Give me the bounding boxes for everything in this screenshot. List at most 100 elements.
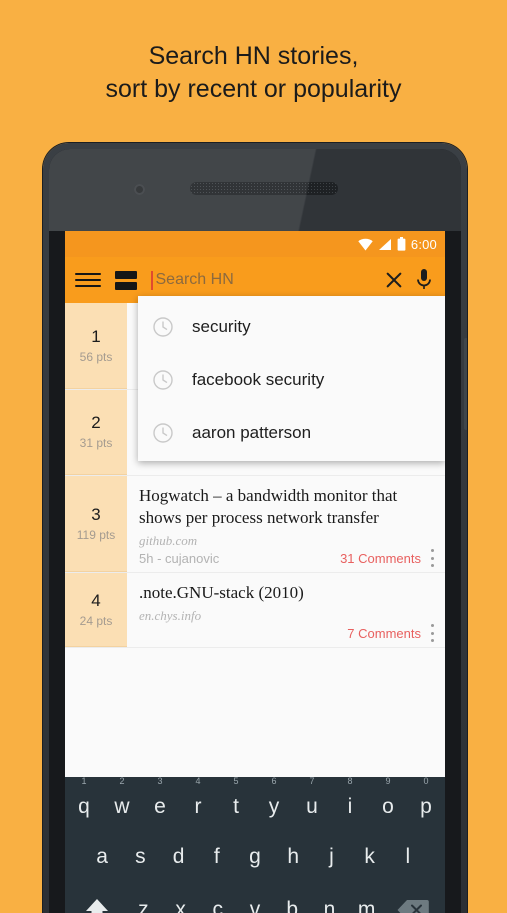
suggestion-label: aaron patterson xyxy=(192,422,312,442)
story-rank: 2 xyxy=(91,413,101,432)
key-i-number: 8 xyxy=(347,777,353,786)
table-row[interactable]: 4 24 pts .note.GNU-stack (2010) en.chys.… xyxy=(65,573,445,648)
key-t[interactable]: 5t xyxy=(217,777,255,833)
story-domain: github.com xyxy=(139,533,198,548)
overflow-menu-icon[interactable] xyxy=(431,549,435,567)
key-b[interactable]: b xyxy=(274,883,311,913)
story-meta-row: 5h - cujanovic 31 Comments xyxy=(139,549,435,567)
status-bar: 6:00 xyxy=(65,231,445,257)
backspace-key-icon[interactable] xyxy=(385,883,441,913)
list-item[interactable]: aaron patterson xyxy=(138,406,445,459)
phone-screen-frame: 6:00 Search HN 1 56 pts 2 31 pts 3 119 p… xyxy=(49,149,461,913)
key-x[interactable]: x xyxy=(162,883,199,913)
suggestion-label: security xyxy=(192,316,251,336)
story-points: 56 pts xyxy=(79,349,113,364)
status-clock: 6:00 xyxy=(410,236,437,252)
overflow-menu-icon[interactable] xyxy=(431,624,435,642)
close-x-icon[interactable] xyxy=(381,267,407,293)
key-d[interactable]: d xyxy=(159,830,197,883)
key-p-label: p xyxy=(420,794,432,818)
key-m[interactable]: m xyxy=(348,883,385,913)
key-l[interactable]: l xyxy=(389,830,427,883)
key-o[interactable]: 9o xyxy=(369,777,407,833)
story-rank: 1 xyxy=(91,326,101,346)
list-item[interactable]: security xyxy=(138,300,445,353)
key-n[interactable]: n xyxy=(311,883,348,913)
battery-icon xyxy=(397,237,406,251)
power-button[interactable] xyxy=(464,338,467,430)
phone-device: 6:00 Search HN 1 56 pts 2 31 pts 3 119 p… xyxy=(43,143,467,913)
story-meta: 5h - cujanovic xyxy=(139,550,220,566)
key-g[interactable]: g xyxy=(236,830,274,883)
promo-line-2: sort by recent or popularity xyxy=(105,75,402,103)
sort-view-icon[interactable] xyxy=(115,270,137,290)
key-q-label: q xyxy=(78,794,90,818)
key-r-label: r xyxy=(194,794,202,818)
key-k[interactable]: k xyxy=(351,830,389,883)
shift-key-icon[interactable] xyxy=(69,883,125,913)
story-rank: 3 xyxy=(91,504,101,524)
history-clock-icon xyxy=(153,422,173,443)
key-a[interactable]: a xyxy=(83,830,121,883)
on-screen-keyboard[interactable]: 1q 2w 3e 4r 5t 6y 7u 8i 9o 0p a s d f g … xyxy=(65,777,445,913)
table-row[interactable]: 3 119 pts Hogwatch – a bandwidth monitor… xyxy=(65,476,445,573)
key-e-number: 3 xyxy=(157,777,163,786)
key-u-label: u xyxy=(306,794,318,818)
key-h[interactable]: h xyxy=(274,830,312,883)
key-p[interactable]: 0p xyxy=(407,777,445,833)
phone-top-bezel xyxy=(49,149,461,231)
suggestion-label: facebook security xyxy=(192,369,325,389)
story-rank-cell: 1 56 pts xyxy=(65,303,127,389)
key-q[interactable]: 1q xyxy=(65,777,103,833)
microphone-icon[interactable] xyxy=(413,267,435,293)
key-s[interactable]: s xyxy=(121,830,159,883)
front-camera-icon xyxy=(134,184,145,195)
key-o-number: 9 xyxy=(385,777,391,786)
key-i-label: i xyxy=(347,794,353,818)
key-q-number: 1 xyxy=(81,777,87,786)
key-y-label: y xyxy=(268,794,280,818)
list-item[interactable]: facebook security xyxy=(138,353,445,406)
text-cursor xyxy=(151,270,153,290)
story-rank-cell: 4 24 pts xyxy=(65,573,127,647)
key-y-number: 6 xyxy=(271,777,277,786)
key-r-number: 4 xyxy=(195,777,201,786)
key-e-label: e xyxy=(154,794,166,818)
key-o-label: o xyxy=(382,794,394,818)
key-w[interactable]: 2w xyxy=(103,777,141,833)
key-w-label: w xyxy=(114,794,130,818)
key-e[interactable]: 3e xyxy=(141,777,179,833)
story-points: 24 pts xyxy=(79,613,113,628)
key-t-number: 5 xyxy=(233,777,239,786)
story-domain: en.chys.info xyxy=(139,608,202,623)
signal-icon xyxy=(378,238,391,250)
story-comments[interactable]: 31 Comments xyxy=(340,551,421,566)
keyboard-row-1: 1q 2w 3e 4r 5t 6y 7u 8i 9o 0p xyxy=(65,777,445,830)
key-y[interactable]: 6y xyxy=(255,777,293,833)
story-title: .note.GNU-stack (2010) xyxy=(139,583,304,602)
key-t-label: t xyxy=(233,794,239,818)
promo-headline: Search HN stories, sort by recent or pop… xyxy=(0,40,507,106)
story-body: Hogwatch – a bandwidth monitor that show… xyxy=(127,476,445,572)
key-f[interactable]: f xyxy=(198,830,236,883)
search-suggestions-dropdown[interactable]: security facebook security aaron patters… xyxy=(138,296,445,461)
hamburger-menu-icon[interactable] xyxy=(75,267,101,293)
history-clock-icon xyxy=(153,316,173,337)
key-i[interactable]: 8i xyxy=(331,777,369,833)
story-points: 31 pts xyxy=(79,436,113,450)
key-p-number: 0 xyxy=(423,777,429,786)
earpiece-speaker xyxy=(190,182,338,195)
key-u[interactable]: 7u xyxy=(293,777,331,833)
story-comments[interactable]: 7 Comments xyxy=(347,626,421,641)
key-z[interactable]: z xyxy=(125,883,162,913)
wifi-icon xyxy=(358,238,373,250)
key-j[interactable]: j xyxy=(312,830,350,883)
keyboard-row-3: z x c v b n m xyxy=(65,883,445,913)
search-input[interactable] xyxy=(155,271,381,289)
key-w-number: 2 xyxy=(119,777,125,786)
key-r[interactable]: 4r xyxy=(179,777,217,833)
key-v[interactable]: v xyxy=(236,883,273,913)
key-c[interactable]: c xyxy=(199,883,236,913)
history-clock-icon xyxy=(153,369,173,390)
story-rank: 4 xyxy=(91,590,101,610)
